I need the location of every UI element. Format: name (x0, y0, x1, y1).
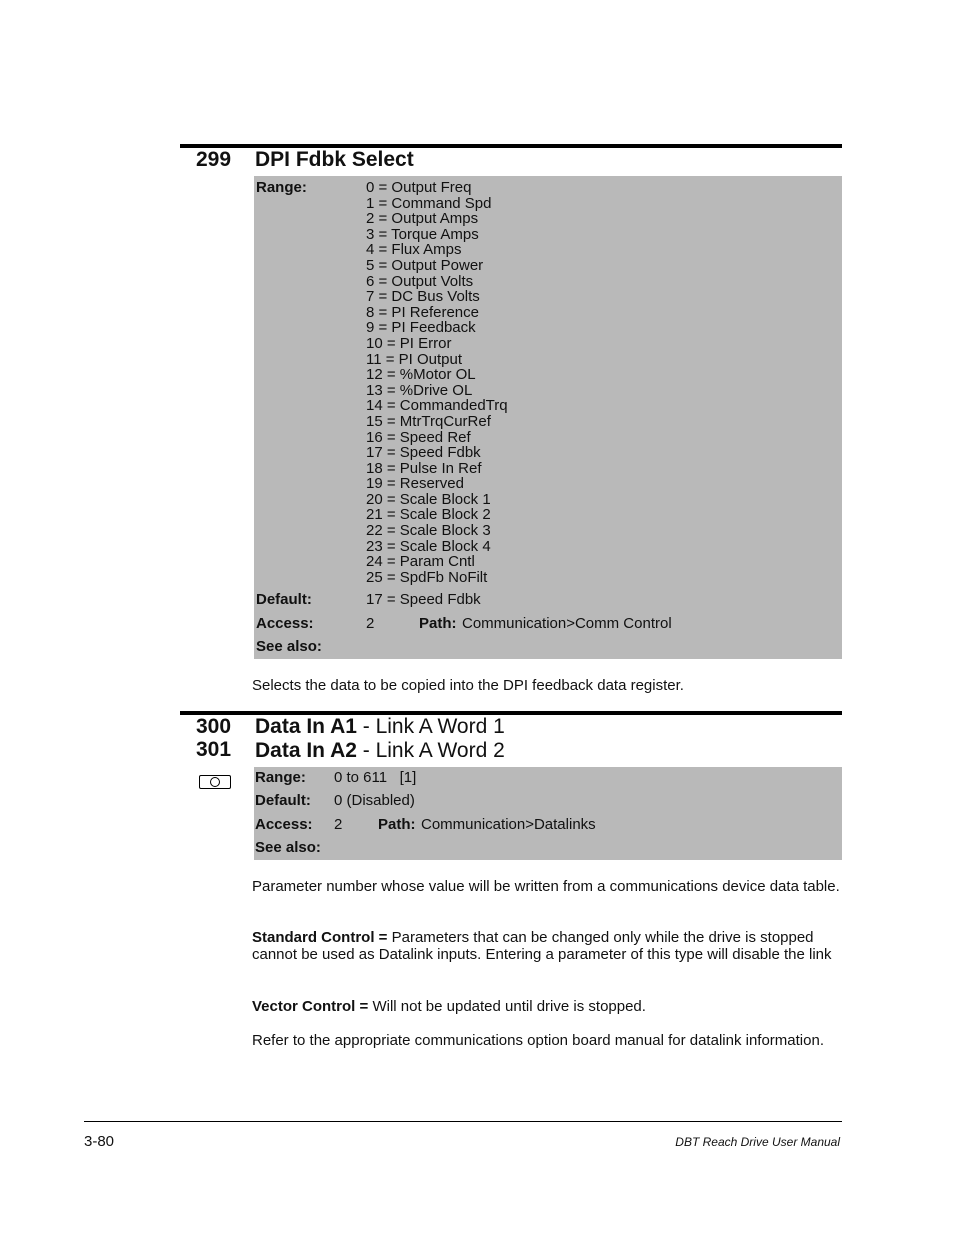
page-number: 3-80 (84, 1133, 115, 1150)
range-option: 22 = Scale Block 3 (366, 522, 491, 540)
range-value: 0 to 611 [1] (334, 769, 417, 786)
range-option: 17 = Speed Fdbk (366, 444, 481, 462)
range-list: 0 = Output Freq 1 = Command Spd 2 = Output… (366, 180, 508, 585)
access-value: 2 (334, 816, 343, 833)
access-value: 2 (366, 615, 375, 632)
paragraph-text: Parameter number whose value will be wri… (252, 878, 840, 895)
access-label: Access: (255, 816, 313, 833)
path-label: Path: (419, 615, 457, 632)
path-value: Communication>Datalinks (421, 816, 596, 833)
range-option: 24 = Param Cntl (366, 553, 475, 571)
stop-drive-icon (199, 775, 231, 789)
path-label: Path: (378, 816, 416, 833)
default-value: 17 = Speed Fdbk (366, 591, 481, 608)
range-option: 18 = Pulse In Ref (366, 459, 482, 477)
paragraph-bold: Vector Control = (252, 998, 369, 1015)
param-info-box: Range: 0 = Output Freq 1 = Command Spd 2 =… (254, 176, 842, 659)
param-paragraph: Parameter number whose value will be wri… (252, 878, 842, 895)
default-value: 0 (Disabled) (334, 792, 415, 809)
range-option: 20 = Scale Block 1 (366, 490, 491, 508)
range-option: 2 = Output Amps (366, 210, 479, 228)
range-option: 9 = PI Feedback (366, 319, 476, 337)
see-also-label: See also: (256, 638, 322, 655)
param-title: Data In A1 - Link A Word 1 (255, 715, 505, 738)
circle-glyph (210, 777, 220, 787)
param-name: Data In A1 (255, 715, 357, 738)
param-paragraph: Vector Control = Will not be updated unt… (252, 998, 842, 1015)
range-label: Range: (255, 769, 306, 786)
paragraph-bold: Standard Control = (252, 929, 388, 946)
param-name: DPI Fdbk Select (255, 148, 414, 171)
default-label: Default: (255, 792, 311, 809)
range-option: 7 = DC Bus Volts (366, 288, 480, 306)
param-paragraph: Refer to the appropriate communications … (252, 1032, 842, 1049)
range-option: 3 = Torque Amps (366, 225, 479, 243)
range-option: 15 = MtrTrqCurRef (366, 412, 491, 430)
see-also-label: See also: (255, 839, 321, 856)
range-option: 0 = Output Freq (366, 179, 472, 196)
paragraph-text: Refer to the appropriate communications … (252, 1032, 824, 1049)
range-option: 21 = Scale Block 2 (366, 506, 491, 524)
range-option: 14 = CommandedTrq (366, 397, 508, 415)
range-option: 10 = PI Error (366, 334, 452, 352)
param-number: 299 (196, 148, 232, 171)
path-value: Communication>Comm Control (462, 615, 672, 632)
range-option: 6 = Output Volts (366, 272, 474, 290)
param-name: Data In A2 (255, 739, 357, 762)
footer-rule (84, 1121, 842, 1122)
range-option: 12 = %Motor OL (366, 366, 476, 384)
param-info-box: Range: 0 to 611 [1] Default: 0 (Disabled… (254, 767, 842, 860)
param-description: Selects the data to be copied into the D… (252, 677, 684, 694)
manual-title: DBT Reach Drive User Manual (675, 1135, 840, 1149)
range-option: 19 = Reserved (366, 475, 464, 493)
access-label: Access: (256, 615, 314, 632)
param-number: 300 (196, 715, 232, 738)
range-option: 4 = Flux Amps (366, 241, 462, 259)
range-option: 1 = Command Spd (366, 194, 492, 212)
range-option: 16 = Speed Ref (366, 428, 471, 446)
paragraph-text: Will not be updated until drive is stopp… (368, 998, 646, 1015)
range-option: 8 = PI Reference (366, 303, 479, 321)
range-option: 5 = Output Power (366, 256, 484, 274)
param-title: DPI Fdbk Select (255, 148, 414, 171)
param-paragraph: Standard Control = Parameters that can b… (252, 929, 842, 963)
range-label: Range: (256, 179, 307, 196)
range-option: 23 = Scale Block 4 (366, 537, 491, 555)
param-title: Data In A2 - Link A Word 2 (255, 739, 505, 762)
range-option: 25 = SpdFb NoFilt (366, 568, 488, 586)
param-subtitle: - Link A Word 2 (356, 739, 505, 762)
default-label: Default: (256, 591, 312, 608)
param-number: 301 (196, 738, 232, 761)
param-subtitle: - Link A Word 1 (356, 715, 505, 738)
range-option: 11 = PI Output (366, 350, 463, 368)
range-option: 13 = %Drive OL (366, 381, 473, 399)
